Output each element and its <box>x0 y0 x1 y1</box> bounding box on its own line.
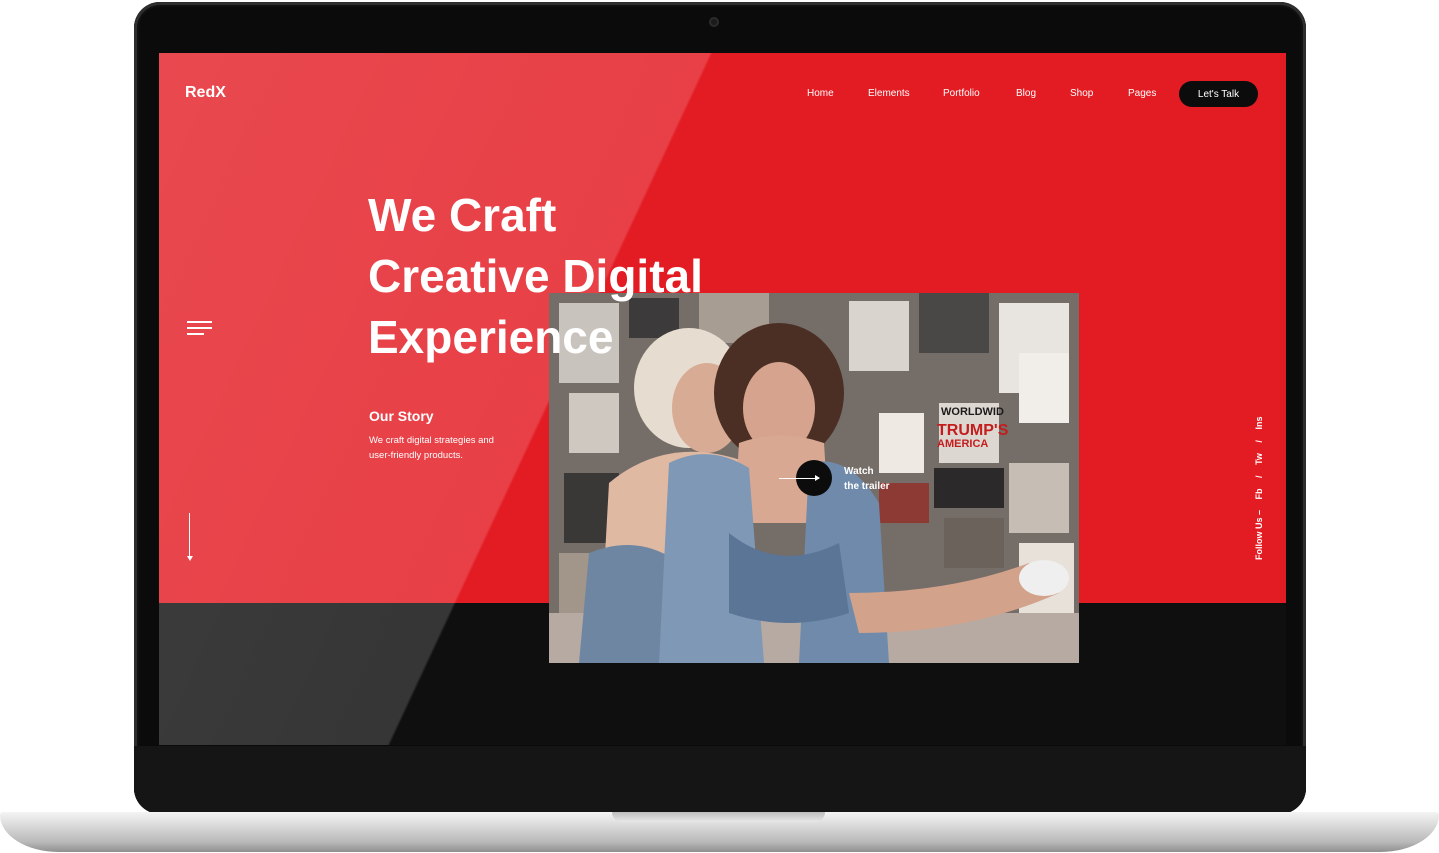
nav-item-blog[interactable]: Blog <box>1016 88 1036 99</box>
headline-line-1: We Craft <box>368 189 557 241</box>
down-arrow-icon[interactable] <box>187 513 193 563</box>
social-links: Follow Us – Fb / Tw / Ins <box>1254 409 1264 560</box>
watch-trailer-label[interactable]: Watch the trailer <box>844 464 914 494</box>
site-logo[interactable]: RedX <box>185 84 226 102</box>
watch-label-line-2: the trailer <box>844 481 890 492</box>
menu-icon[interactable] <box>187 321 212 335</box>
laptop-notch <box>612 812 825 822</box>
trailer-control[interactable]: Watch the trailer <box>549 293 1079 663</box>
social-link-ins[interactable]: Ins <box>1254 417 1264 430</box>
laptop-bezel <box>134 746 1306 814</box>
social-separator: / <box>1254 475 1264 478</box>
nav-item-home[interactable]: Home <box>807 88 834 99</box>
right-arrow-tip <box>815 475 820 481</box>
right-arrow-icon <box>779 478 819 479</box>
nav-item-elements[interactable]: Elements <box>868 88 910 99</box>
lets-talk-button[interactable]: Let's Talk <box>1179 81 1258 107</box>
story-text: We craft digital strategies and user-fri… <box>369 435 494 461</box>
screen: RedX Home Elements Portfolio Blog Shop P… <box>159 53 1286 745</box>
social-link-tw[interactable]: Tw <box>1254 453 1264 465</box>
story-title: Our Story <box>369 408 434 424</box>
social-separator: / <box>1254 440 1264 443</box>
nav-item-shop[interactable]: Shop <box>1070 88 1093 99</box>
follow-us-label: Follow Us – <box>1254 509 1264 560</box>
social-link-fb[interactable]: Fb <box>1254 488 1264 499</box>
camera-icon <box>709 17 719 27</box>
watch-label-line-1: Watch <box>844 466 874 477</box>
nav-item-portfolio[interactable]: Portfolio <box>943 88 980 99</box>
nav-item-pages[interactable]: Pages <box>1128 88 1156 99</box>
